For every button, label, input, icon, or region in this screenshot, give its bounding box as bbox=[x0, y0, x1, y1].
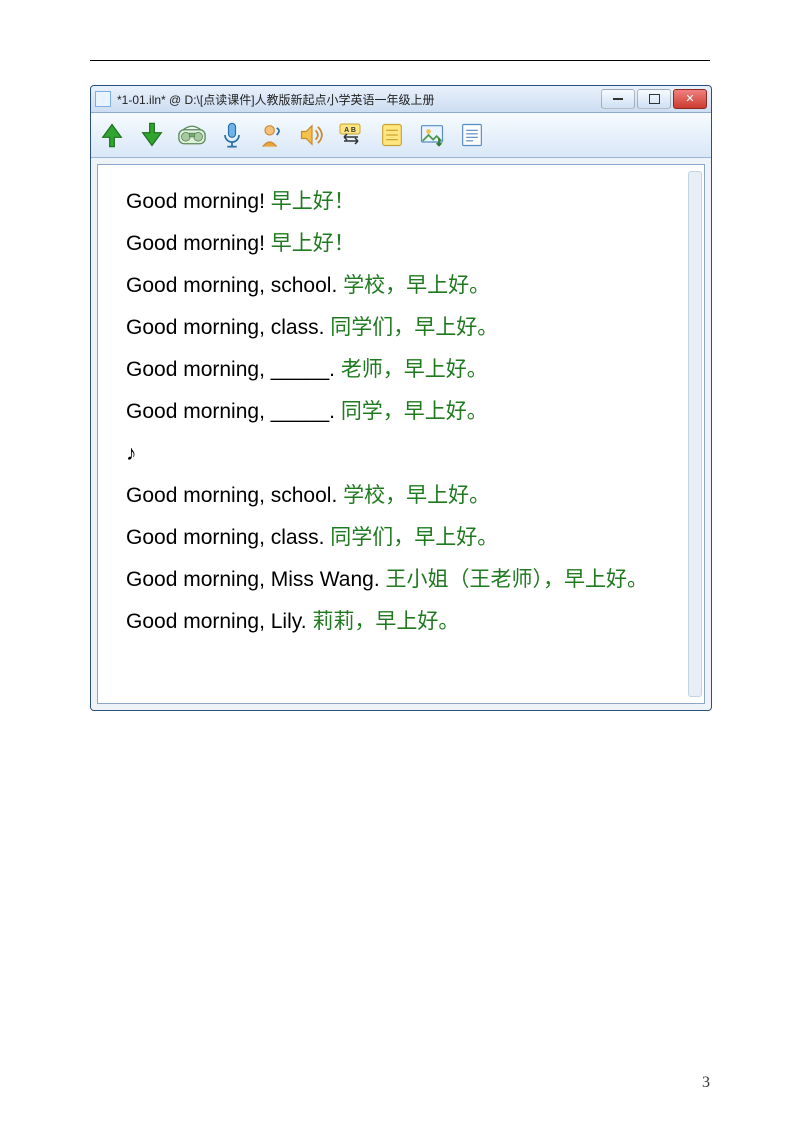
document-page: *1-01.iln* @ D:\[点读课件]人教版新起点小学英语一年级上册 bbox=[0, 0, 800, 1132]
toolbar: A B bbox=[91, 113, 711, 158]
image-icon[interactable] bbox=[417, 120, 447, 150]
app-icon bbox=[95, 91, 111, 107]
chinese-text: 老师，早上好。 bbox=[341, 358, 488, 381]
english-text: Good morning, Miss Wang. bbox=[126, 568, 386, 591]
chinese-text: 同学，早上好。 bbox=[341, 400, 488, 423]
svg-text:A B: A B bbox=[344, 127, 356, 134]
window-titlebar: *1-01.iln* @ D:\[点读课件]人教版新起点小学英语一年级上册 bbox=[91, 86, 711, 113]
text-line: Good morning, class. 同学们，早上好。 bbox=[126, 517, 684, 559]
text-doc-icon[interactable] bbox=[457, 120, 487, 150]
text-line: Good morning, _____. 老师，早上好。 bbox=[126, 349, 684, 391]
note-icon[interactable] bbox=[377, 120, 407, 150]
microphone-icon[interactable] bbox=[217, 120, 247, 150]
text-line: Good morning, Lily. 莉莉，早上好。 bbox=[126, 601, 684, 643]
text-line: Good morning! 早上好！ bbox=[126, 181, 684, 223]
window-controls bbox=[601, 89, 707, 109]
ab-loop-icon[interactable]: A B bbox=[337, 120, 367, 150]
english-text: Good morning, Lily. bbox=[126, 610, 312, 633]
chinese-text: 王小姐（王老师），早上好。 bbox=[386, 568, 649, 591]
chinese-text: 莉莉，早上好。 bbox=[312, 610, 459, 633]
chinese-text: 同学们，早上好。 bbox=[330, 526, 498, 549]
text-line: Good morning, school. 学校，早上好。 bbox=[126, 475, 684, 517]
content-frame: Good morning! 早上好！Good morning! 早上好！Good… bbox=[91, 158, 711, 710]
english-text: Good morning! bbox=[126, 232, 271, 255]
english-text: Good morning! bbox=[126, 190, 271, 213]
arrow-up-icon[interactable] bbox=[97, 120, 127, 150]
english-text: Good morning, school. bbox=[126, 484, 343, 507]
text-line: Good morning! 早上好！ bbox=[126, 223, 684, 265]
app-window: *1-01.iln* @ D:\[点读课件]人教版新起点小学英语一年级上册 bbox=[90, 85, 712, 711]
text-line: Good morning, _____. 同学，早上好。 bbox=[126, 391, 684, 433]
chinese-text: 早上好！ bbox=[271, 190, 355, 213]
english-text: Good morning, class. bbox=[126, 526, 330, 549]
boombox-icon[interactable] bbox=[177, 120, 207, 150]
top-horizontal-rule bbox=[90, 60, 710, 61]
chinese-text: 学校，早上好。 bbox=[343, 274, 490, 297]
page-number: 3 bbox=[702, 1074, 710, 1092]
lines-container: Good morning! 早上好！Good morning! 早上好！Good… bbox=[126, 181, 684, 643]
minimize-button[interactable] bbox=[601, 89, 635, 109]
text-line: Good morning, school. 学校，早上好。 bbox=[126, 265, 684, 307]
speaker-icon[interactable] bbox=[297, 120, 327, 150]
english-text: Good morning, _____. bbox=[126, 400, 341, 423]
music-note-icon: ♪ bbox=[126, 433, 684, 475]
content-area: Good morning! 早上好！Good morning! 早上好！Good… bbox=[97, 164, 705, 704]
close-button[interactable] bbox=[673, 89, 707, 109]
english-text: Good morning, class. bbox=[126, 316, 330, 339]
maximize-button[interactable] bbox=[637, 89, 671, 109]
english-text: Good morning, school. bbox=[126, 274, 343, 297]
chinese-text: 早上好！ bbox=[271, 232, 355, 255]
english-text: Good morning, _____. bbox=[126, 358, 341, 381]
chinese-text: 同学们，早上好。 bbox=[330, 316, 498, 339]
scrollbar[interactable] bbox=[688, 171, 702, 697]
chinese-text: 学校，早上好。 bbox=[343, 484, 490, 507]
window-title: *1-01.iln* @ D:\[点读课件]人教版新起点小学英语一年级上册 bbox=[117, 91, 601, 108]
text-line: Good morning, Miss Wang. 王小姐（王老师），早上好。 bbox=[126, 559, 684, 601]
arrow-down-icon[interactable] bbox=[137, 120, 167, 150]
person-speaker-icon[interactable] bbox=[257, 120, 287, 150]
text-line: Good morning, class. 同学们，早上好。 bbox=[126, 307, 684, 349]
